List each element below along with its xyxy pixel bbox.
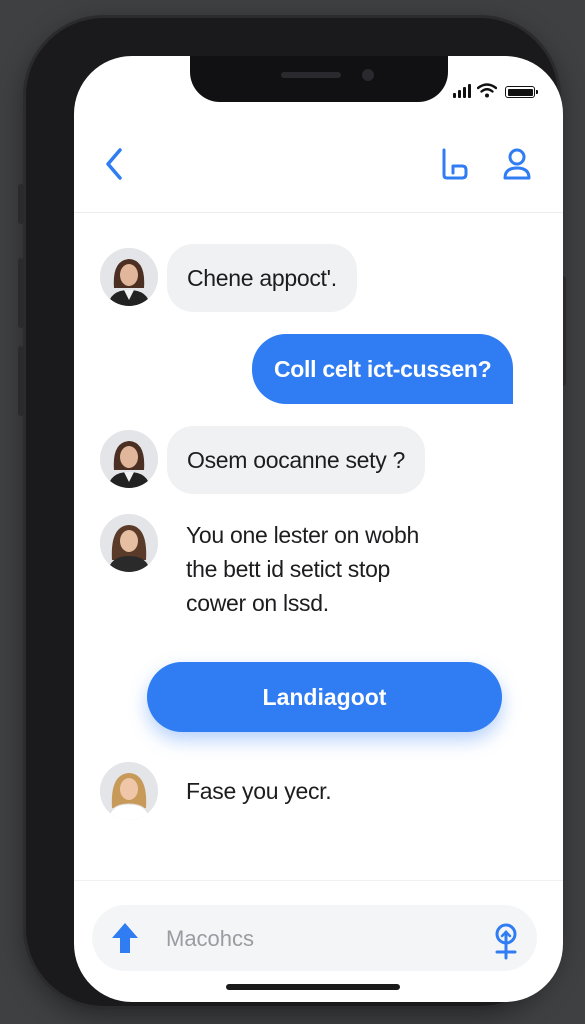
message-composer — [92, 905, 537, 971]
message-line: You one lester on wobh — [186, 522, 419, 548]
send-button[interactable] — [106, 919, 144, 957]
message-input[interactable] — [164, 918, 428, 960]
contact-avatar — [100, 762, 158, 820]
chat-screen: Chene appoct'. Coll celt ict-cussen? Ose… — [74, 56, 563, 1002]
contact-avatar — [100, 248, 158, 306]
message-text: Chene appoct'. — [187, 264, 337, 291]
message-line: cower on lssd. — [186, 590, 329, 616]
microphone-icon — [495, 923, 517, 960]
outgoing-message: Coll celt ict-cussen? — [252, 334, 514, 404]
wifi-icon — [477, 83, 497, 98]
contact-avatar — [100, 514, 158, 572]
incoming-message: Osem oocanne sety ? — [167, 426, 426, 494]
arrow-up-icon — [112, 923, 138, 953]
cellular-signal-icon — [453, 84, 471, 98]
back-button[interactable] — [94, 144, 134, 184]
microphone-button[interactable] — [486, 919, 526, 963]
front-camera — [362, 69, 374, 81]
earpiece-speaker — [281, 72, 341, 78]
volume-down-button — [18, 346, 24, 416]
user-icon — [503, 148, 531, 180]
phone-frame: Chene appoct'. Coll celt ict-cussen? Ose… — [18, 18, 566, 1006]
hook-button[interactable] — [435, 144, 475, 184]
message-text: Coll celt ict-cussen? — [274, 355, 492, 382]
message-line: the bett id setict stop — [186, 556, 391, 582]
message-text: Osem oocanne sety ? — [187, 446, 406, 473]
landiagoot-button[interactable]: Landiagoot — [147, 662, 502, 732]
battery-icon — [505, 86, 538, 98]
hook-icon — [442, 148, 468, 180]
incoming-message: You one lester on wobh the bett id setic… — [186, 518, 486, 620]
notch — [190, 56, 448, 102]
home-indicator — [226, 984, 400, 990]
contact-avatar — [100, 430, 158, 488]
button-label: Landiagoot — [262, 683, 387, 710]
message-text: Fase you yecr. — [186, 778, 332, 804]
chat-header — [74, 126, 563, 213]
status-bar — [453, 82, 538, 98]
silent-switch — [18, 184, 24, 224]
profile-button[interactable] — [497, 144, 537, 184]
volume-up-button — [18, 258, 24, 328]
chevron-left-icon — [106, 148, 122, 180]
incoming-message: Fase you yecr. — [186, 774, 486, 808]
incoming-message: Chene appoct'. — [167, 244, 357, 312]
